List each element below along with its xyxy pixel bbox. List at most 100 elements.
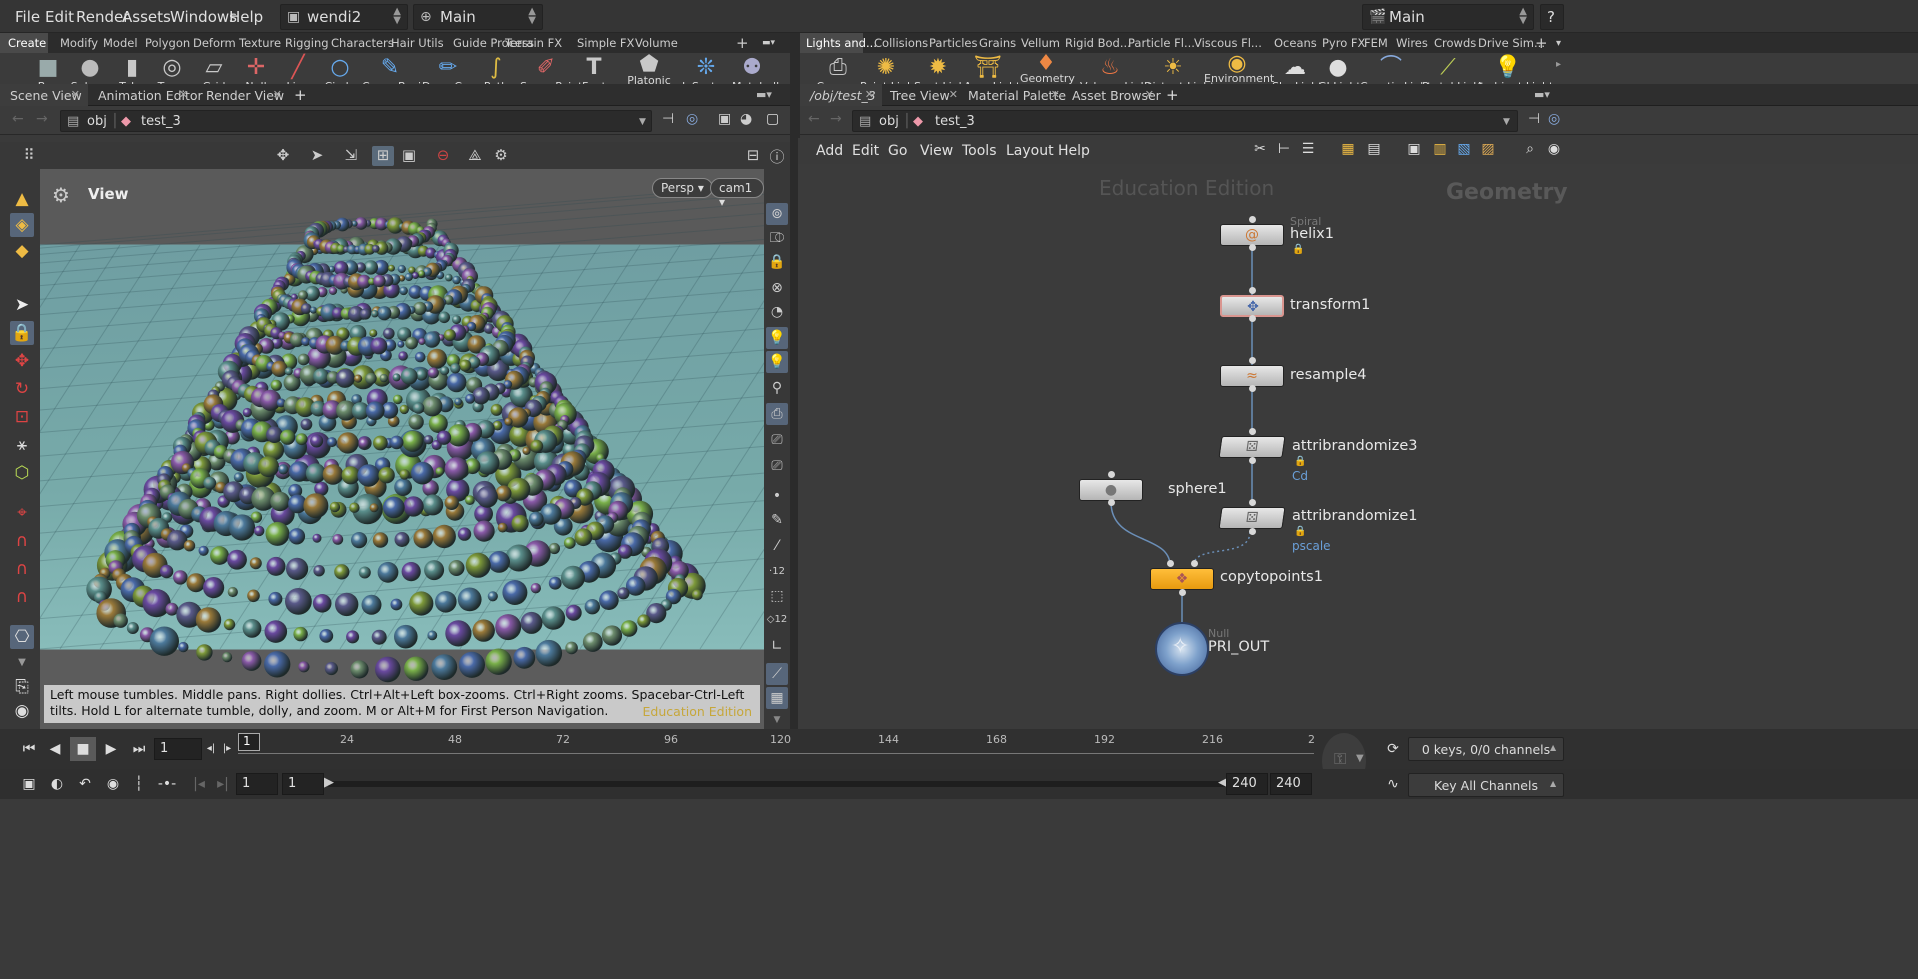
add-tab-button[interactable]: + — [294, 86, 307, 104]
snap-grid-icon[interactable]: ⊞ — [372, 146, 394, 166]
current-frame-field[interactable]: 1 — [154, 738, 202, 760]
snap-grid-tool-icon[interactable]: ⌖ — [10, 501, 34, 525]
move-tool-icon[interactable]: ✥ — [10, 349, 34, 373]
sync-icon[interactable]: ◉ — [100, 772, 126, 796]
menu-windows[interactable]: Windows — [170, 8, 237, 26]
shelf-tab-terrain-fx[interactable]: Terrain FX — [499, 33, 569, 53]
jump-start-icon[interactable]: ⏮ — [16, 737, 42, 761]
playhead-marker[interactable]: 1 — [238, 733, 260, 751]
ticks-icon[interactable]: ┆ — [126, 772, 152, 796]
handles-icon[interactable]: ⟁ — [464, 146, 486, 166]
graph-icon[interactable]: ∿ — [1380, 772, 1406, 796]
path-field[interactable]: ▤ obj │ ◆ test_3 ▼ — [60, 110, 652, 132]
node-pri-out[interactable]: ✧ — [1155, 622, 1209, 676]
time-ruler[interactable]: 1 24 48 72 96 120 144 168 192 216 2 — [238, 733, 1315, 765]
input-port[interactable] — [1108, 471, 1115, 478]
grid-menu-icon[interactable]: ⠿ — [18, 146, 40, 166]
shelf-tab-rigid-bodies[interactable]: Rigid Bod... — [1059, 33, 1131, 53]
stop-icon[interactable]: ⊖ — [432, 146, 454, 166]
render-tool-icon[interactable]: ⎘ — [10, 675, 34, 699]
dash-icon[interactable]: -•- — [154, 772, 180, 796]
range-start-field-2[interactable]: 1 — [282, 773, 324, 795]
node-attribrandomize3[interactable]: ⚄ — [1218, 436, 1286, 458]
output-port[interactable] — [1179, 589, 1186, 596]
node-attribrandomize1[interactable]: ⚄ — [1218, 507, 1286, 529]
shelf-tab-lights[interactable]: Lights and... — [800, 33, 877, 53]
rotate-tool-icon[interactable]: ↻ — [10, 377, 34, 401]
help-button[interactable]: ? — [1540, 4, 1564, 30]
shelf-overflow-icon[interactable]: ▾ — [1556, 33, 1568, 53]
shelf-tab-deform[interactable]: Deform — [187, 33, 236, 53]
crumb-test-3[interactable]: test_3 — [935, 114, 975, 129]
handle-tool-icon[interactable]: ◆ — [10, 239, 34, 263]
node-sphere1[interactable]: ● — [1079, 479, 1143, 501]
input-port[interactable] — [1167, 560, 1174, 567]
layout-menu-icon[interactable]: ⊟ — [742, 146, 764, 166]
wrench-icon[interactable]: ✂ — [1250, 141, 1270, 161]
key-menu-icon[interactable]: ▼ — [1356, 753, 1364, 764]
range-handle-start[interactable]: ▶ — [324, 775, 334, 790]
shelf-tab-volume[interactable]: Volume — [629, 33, 685, 53]
sticky-note-icon[interactable]: ▥ — [1430, 141, 1450, 161]
stop-icon[interactable]: ■ — [70, 737, 96, 761]
pen-icon[interactable]: ✎ — [766, 509, 788, 531]
crumb-obj[interactable]: obj — [87, 114, 107, 129]
template-icon[interactable]: ⎄ — [766, 227, 788, 249]
tab-asset-browser[interactable]: Asset Browser ✕ — [1062, 84, 1162, 106]
visualizer-icon[interactable]: ⟋ — [766, 663, 788, 685]
grid-view-icon[interactable]: ▦ — [1338, 141, 1358, 161]
checker-icon[interactable]: ▦ — [766, 687, 788, 709]
tab-render-view[interactable]: Render View ✕ — [196, 84, 290, 106]
close-icon[interactable]: ✕ — [71, 88, 80, 101]
input-port[interactable] — [1249, 499, 1256, 506]
range-end-field-2[interactable]: 240 — [1270, 773, 1312, 795]
tab-network-editor[interactable]: /obj/test_3 ✕ — [800, 84, 882, 106]
scale-tool-icon[interactable]: ⊡ — [10, 405, 34, 429]
path-field[interactable]: ▤ obj │ ◆ test_3 ▼ — [852, 110, 1518, 132]
camera-icon[interactable]: ⎙ — [766, 403, 788, 425]
shelf-tab-collisions[interactable]: Collisions — [868, 33, 928, 53]
range-start-field[interactable]: 1 — [236, 773, 278, 795]
output-port[interactable] — [1249, 457, 1256, 464]
close-icon[interactable]: ✕ — [865, 88, 874, 101]
shelf-tab-polygon[interactable]: Polygon — [139, 33, 190, 53]
link-icon[interactable]: ◎ — [1548, 111, 1560, 127]
back-arrow-icon[interactable]: ← — [808, 111, 820, 127]
angle-icon[interactable]: ∟ — [766, 635, 788, 657]
tree-icon[interactable]: ⊢ — [1274, 141, 1294, 161]
thumbnail-icon[interactable]: ▤ — [1364, 141, 1384, 161]
shelf-tab-wires[interactable]: Wires — [1390, 33, 1430, 53]
node-helix1[interactable]: @ — [1220, 224, 1284, 246]
search-icon[interactable]: ⌕ — [1520, 141, 1540, 161]
output-port[interactable] — [1249, 244, 1256, 251]
ghost-icon[interactable]: ⎚ — [766, 429, 788, 451]
dial-icon[interactable]: ◔ — [766, 301, 788, 323]
image-icon[interactable]: ▧ — [1454, 141, 1474, 161]
menu-file[interactable]: File — [15, 8, 40, 26]
prim-numbers-icon[interactable]: ◇12 — [766, 609, 788, 631]
display-options-icon[interactable]: ▣ — [718, 111, 731, 127]
close-camera-icon[interactable]: ⊗ — [766, 277, 788, 299]
shelf-tab-guide-process[interactable]: Guide Process — [447, 33, 534, 53]
display-geo-icon[interactable]: ⊚ — [766, 203, 788, 225]
prev-frame-icon[interactable]: |◂ — [186, 772, 212, 796]
layout-combo[interactable]: ⊕ Main ▲ ▼ — [413, 4, 543, 30]
menu-edit[interactable]: Edit — [852, 143, 879, 159]
normals-icon[interactable]: ⬚ — [766, 585, 788, 607]
shelf-tab-crowds[interactable]: Crowds — [1428, 33, 1476, 53]
display-icon[interactable]: ▣ — [398, 146, 420, 166]
menu-edit[interactable]: Edit — [45, 8, 74, 26]
path-dropdown-icon[interactable]: ▼ — [639, 117, 646, 127]
expand-up-icon[interactable]: ▲ — [1550, 743, 1556, 752]
shelf-tab-fem[interactable]: FEM — [1358, 33, 1392, 53]
input-port[interactable] — [1249, 216, 1256, 223]
view-tool-icon[interactable]: ⬡ — [10, 461, 34, 485]
input-port[interactable] — [1191, 560, 1198, 567]
tab-scene-view[interactable]: Scene View ✕ — [0, 84, 88, 106]
transform-tool-icon[interactable]: ◈ — [10, 213, 34, 237]
forward-arrow-icon[interactable]: → — [830, 111, 842, 127]
key-all-channels-button[interactable]: Key All Channels — [1408, 773, 1564, 797]
settings-icon[interactable]: ⚙ — [490, 146, 512, 166]
network-editor[interactable]: Education Edition Geometry @ Spiral heli… — [798, 164, 1918, 729]
point-icon[interactable]: • — [766, 485, 788, 507]
